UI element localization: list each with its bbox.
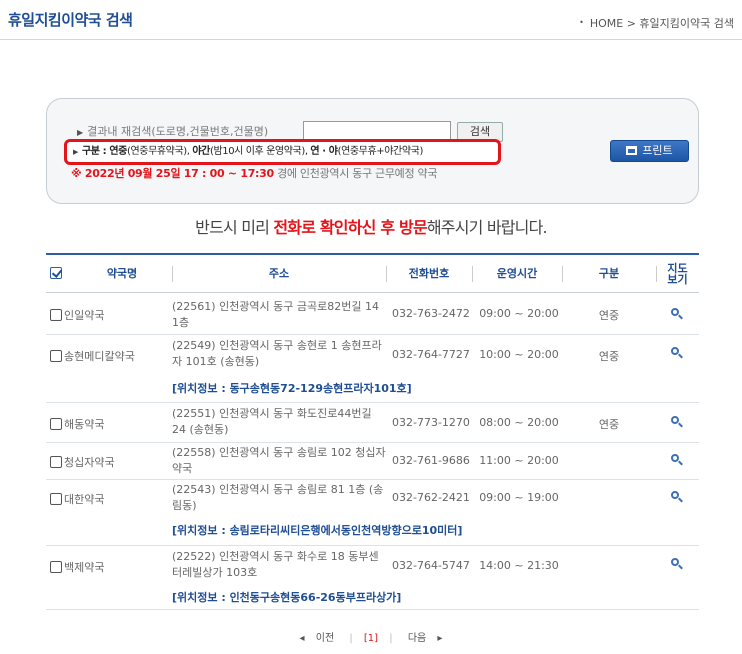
table-header: 약국명 주소 전화번호 운영시간 구분 지도 보기 (46, 255, 699, 293)
magnifier-icon (669, 345, 685, 361)
pharmacy-hours: 09:00 ~ 19:00 (479, 491, 559, 504)
breadcrumb-separator: > (626, 17, 636, 30)
pharmacy-type: 연중 (598, 350, 620, 363)
table-row: 대한약국 (22543) 인천광역시 동구 송림로 81 1층 (송림동) 03… (46, 480, 699, 546)
map-view-button[interactable] (669, 452, 685, 468)
schedule-notice: ※ 2022년 09월 25일 17 : 00 ~ 17:30 경에 인천광역시… (71, 165, 437, 181)
pharmacy-name: 백제약국 (64, 561, 105, 574)
row-checkbox[interactable] (50, 309, 62, 321)
table-row: 인일약국 (22561) 인천광역시 동구 금곡로82번길 14 1층 032-… (46, 294, 699, 335)
current-page[interactable]: [1] (364, 633, 378, 644)
header-hours: 운영시간 (496, 267, 538, 280)
pagination: ◂ 이전 | [1] | 다음 ▸ (0, 629, 742, 644)
legend-a-key: 연중 (109, 146, 127, 157)
pharmacy-hours: 09:00 ~ 20:00 (479, 307, 559, 320)
header-type: 구분 (598, 267, 620, 280)
legend-c-desc: (연중무휴+야간약국) (337, 146, 424, 157)
pharmacy-phone: 032-764-5747 (392, 559, 470, 572)
pharmacy-name: 청십자약국 (64, 456, 115, 469)
visit-advice: 반드시 미리 전화로 확인하신 후 방문해주시기 바랍니다. (195, 218, 547, 237)
table-row: 청십자약국 (22558) 인천광역시 동구 송림로 102 청십자약국 032… (46, 443, 699, 480)
breadcrumb-current: 휴일지킴이약국 검색 (639, 17, 734, 30)
divider: | (349, 633, 353, 644)
select-all-checkbox[interactable] (50, 267, 62, 279)
pharmacy-name: 해동약국 (64, 418, 105, 431)
triangle-right-icon: ▶ (77, 128, 84, 137)
pharmacy-hours: 14:00 ~ 21:30 (479, 559, 559, 572)
map-view-button[interactable] (669, 345, 685, 361)
pharmacy-name: 대한약국 (64, 493, 105, 506)
pharmacy-type: 연중 (598, 309, 620, 322)
print-button[interactable]: 프린트 (610, 140, 689, 162)
divider: | (389, 633, 393, 644)
pharmacy-type: 연중 (598, 418, 620, 431)
row-checkbox[interactable] (50, 493, 62, 505)
pharmacy-address: (22549) 인천광역시 동구 송현로 1 송현프라자 101호 (송현동) (172, 339, 382, 368)
caret-left-icon: ◂ (299, 633, 305, 644)
bullet-icon: • (579, 18, 584, 27)
table-row: 해동약국 (22551) 인천광역시 동구 화도진로44번길 24 (송현동) … (46, 403, 699, 443)
legend-prefix: 구분 : (81, 146, 110, 157)
pharmacy-hours: 08:00 ~ 20:00 (479, 416, 559, 429)
next-page-link[interactable]: 다음 ▸ (404, 633, 447, 644)
pharmacy-phone: 032-762-2421 (392, 491, 470, 504)
pharmacy-name: 송현메디칼약국 (64, 350, 135, 363)
location-info: [위치정보 : 송림로타리씨티은행에서동인천역방향으로10미터] (172, 524, 463, 537)
header-phone: 전화번호 (408, 267, 450, 280)
pharmacy-name: 인일약국 (64, 309, 105, 322)
caret-right-icon: ▸ (437, 633, 443, 644)
prev-page-link[interactable]: ◂ 이전 (296, 633, 339, 644)
row-checkbox[interactable] (50, 418, 62, 430)
pharmacy-address: (22561) 인천광역시 동구 금곡로82번길 14 1층 (172, 300, 379, 329)
magnifier-icon (669, 306, 685, 322)
pharmacy-phone: 032-763-2472 (392, 307, 470, 320)
map-view-button[interactable] (669, 489, 685, 505)
map-view-button[interactable] (669, 556, 685, 572)
row-checkbox[interactable] (50, 456, 62, 468)
header-name: 약국명 (106, 267, 138, 280)
table-row: 백제약국 (22522) 인천광역시 동구 화수로 18 동부센터레빌상가 10… (46, 546, 699, 610)
pharmacy-hours: 10:00 ~ 20:00 (479, 348, 559, 361)
printer-icon (626, 146, 638, 155)
pharmacy-address: (22543) 인천광역시 동구 송림로 81 1층 (송림동) (172, 483, 384, 512)
pharmacy-table: 약국명 주소 전화번호 운영시간 구분 지도 보기 인일약국 (22561) 인천… (46, 253, 699, 610)
map-view-button[interactable] (669, 306, 685, 322)
pharmacy-address: (22558) 인천광역시 동구 송림로 102 청십자약국 (172, 446, 386, 475)
search-label: ▶ 결과내 재검색(도로명,건물번호,건물명) (77, 125, 269, 138)
legend-a-desc: (연중무휴약국), (126, 146, 193, 157)
location-info: [위치정보 : 인천동구송현동66-26동부프라상가] (172, 591, 402, 604)
map-view-button[interactable] (669, 414, 685, 430)
row-checkbox[interactable] (50, 350, 62, 362)
triangle-right-icon: ▶ (73, 148, 78, 156)
notice-text: 경에 인천광역시 동구 근무예정 약국 (273, 167, 438, 180)
page-title: 휴일지킴이약국 검색 (8, 11, 133, 29)
row-checkbox[interactable] (50, 561, 62, 573)
pharmacy-address: (22551) 인천광역시 동구 화도진로44번길 24 (송현동) (172, 407, 372, 436)
search-panel: ▶ 결과내 재검색(도로명,건물번호,건물명) 검색 ▶ 구분 : 연중(연중무휴약… (46, 98, 699, 204)
pharmacy-address: (22522) 인천광역시 동구 화수로 18 동부센터레빌상가 103호 (172, 550, 379, 579)
pharmacy-phone: 032-761-9686 (392, 454, 470, 467)
legend-c-key: 연 · 야 (310, 146, 338, 157)
magnifier-icon (669, 452, 685, 468)
magnifier-icon (669, 414, 685, 430)
magnifier-icon (669, 489, 685, 505)
header-map: 지도 보기 (667, 262, 688, 286)
notice-datetime: ※ 2022년 09월 25일 17 : 00 ~ 17:30 (71, 167, 274, 180)
location-info: [위치정보 : 동구송현동72-129송현프라자101호] (172, 382, 412, 395)
magnifier-icon (669, 556, 685, 572)
header-address: 주소 (268, 267, 290, 280)
legend-b-key: 야간 (192, 146, 210, 157)
pharmacy-phone: 032-773-1270 (392, 416, 470, 429)
breadcrumb: • HOME > 휴일지킴이약국 검색 (579, 15, 734, 31)
type-legend: ▶ 구분 : 연중(연중무휴약국), 야간(밤10시 이후 운영약국), 연 · … (64, 139, 501, 165)
pharmacy-hours: 11:00 ~ 20:00 (479, 454, 559, 467)
breadcrumb-home[interactable]: HOME (590, 17, 623, 30)
pharmacy-phone: 032-764-7727 (392, 348, 470, 361)
table-row: 송현메디칼약국 (22549) 인천광역시 동구 송현로 1 송현프라자 101… (46, 335, 699, 403)
page-header: 휴일지킴이약국 검색 • HOME > 휴일지킴이약국 검색 (0, 0, 742, 40)
legend-b-desc: (밤10시 이후 운영약국), (209, 146, 311, 157)
